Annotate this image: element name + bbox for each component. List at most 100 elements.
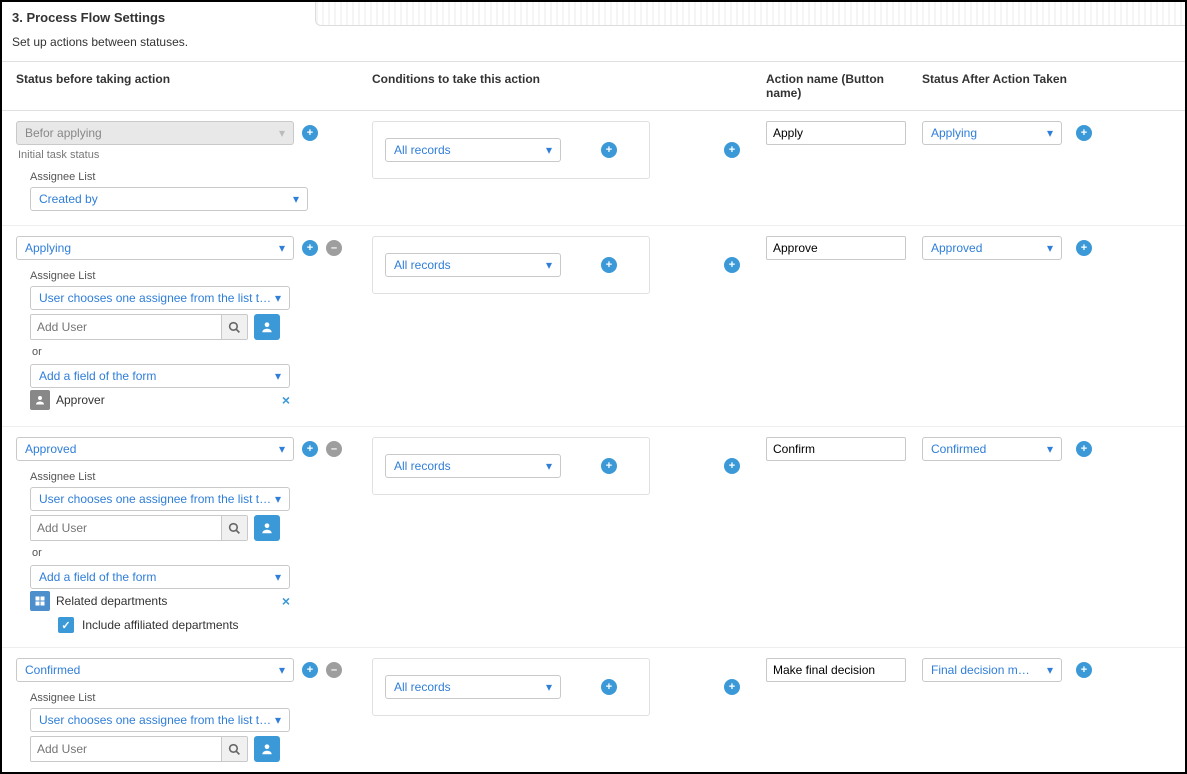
user-icon <box>30 390 50 410</box>
after-status-dropdown[interactable]: Applying ▾ <box>922 121 1062 145</box>
add-user-input[interactable] <box>31 516 221 540</box>
assignee-dropdown[interactable]: User chooses one assignee from the list … <box>30 487 290 511</box>
add-after-button[interactable]: + <box>1076 240 1092 256</box>
assignee-dropdown[interactable]: Created by ▾ <box>30 187 308 211</box>
assignee-list-label: Assignee List <box>30 270 362 282</box>
after-status-label: Applying <box>931 126 977 140</box>
add-after-button[interactable]: + <box>1076 662 1092 678</box>
assignee-chip: Related departments × <box>30 589 290 613</box>
after-status-dropdown[interactable]: Confirmed ▾ <box>922 437 1062 461</box>
org-picker-button[interactable] <box>254 736 280 762</box>
user-search-wrap <box>30 736 248 762</box>
columns-header: Status before taking action Conditions t… <box>2 62 1185 111</box>
chevron-down-icon: ▾ <box>1047 663 1053 677</box>
status-label: Applying <box>25 241 71 255</box>
action-name-input[interactable] <box>766 236 906 260</box>
chevron-down-icon: ▾ <box>1047 241 1053 255</box>
remove-chip-button[interactable]: × <box>282 392 290 408</box>
add-status-button[interactable]: + <box>302 125 318 141</box>
add-status-button[interactable]: + <box>302 441 318 457</box>
after-status-dropdown[interactable]: Approved ▾ <box>922 236 1062 260</box>
status-dropdown[interactable]: Approved ▾ <box>16 437 294 461</box>
search-button[interactable] <box>221 315 247 339</box>
assignee-list-label: Assignee List <box>30 171 362 183</box>
chevron-down-icon: ▾ <box>279 663 285 677</box>
chevron-down-icon: ▾ <box>275 570 281 584</box>
status-dropdown[interactable]: Confirmed ▾ <box>16 658 294 682</box>
add-user-input[interactable] <box>31 315 221 339</box>
assignee-chip: Approver × <box>30 388 290 412</box>
chevron-down-icon: ▾ <box>275 713 281 727</box>
chevron-down-icon: ▾ <box>546 459 552 473</box>
add-field-dropdown[interactable]: Add a field of the form ▾ <box>30 364 290 388</box>
or-label: or <box>32 346 362 358</box>
section-subtitle: Set up actions between statuses. <box>12 35 1175 49</box>
add-field-dropdown[interactable]: Add a field of the form ▾ <box>30 565 290 589</box>
remove-status-button[interactable]: – <box>326 662 342 678</box>
condition-dropdown[interactable]: All records ▾ <box>385 138 561 162</box>
condition-label: All records <box>394 143 451 157</box>
search-icon <box>228 522 241 535</box>
org-icon <box>260 521 274 535</box>
add-user-input[interactable] <box>31 737 221 761</box>
search-button[interactable] <box>221 737 247 761</box>
chevron-down-icon: ▾ <box>293 192 299 206</box>
add-condition-button[interactable]: + <box>601 142 617 158</box>
status-label: Befor applying <box>25 126 102 140</box>
condition-dropdown[interactable]: All records ▾ <box>385 675 561 699</box>
assignee-dropdown[interactable]: User chooses one assignee from the list … <box>30 286 290 310</box>
chevron-down-icon: ▾ <box>1047 442 1053 456</box>
section-header: 3. Process Flow Settings Set up actions … <box>2 2 1185 62</box>
department-icon <box>30 591 50 611</box>
add-condition-button[interactable]: + <box>601 257 617 273</box>
flow-row: Approved ▾ + – Assignee List User choose… <box>2 427 1185 648</box>
assignee-dropdown-label: User chooses one assignee from the list … <box>39 492 271 506</box>
chevron-down-icon: ▾ <box>279 126 285 140</box>
action-name-input[interactable] <box>766 658 906 682</box>
chevron-down-icon: ▾ <box>279 241 285 255</box>
assignee-dropdown-label: Created by <box>39 192 98 206</box>
add-field-dropdown-label: Add a field of the form <box>39 369 156 383</box>
status-dropdown[interactable]: Applying ▾ <box>16 236 294 260</box>
remove-chip-button[interactable]: × <box>282 593 290 609</box>
add-status-button[interactable]: + <box>302 240 318 256</box>
chevron-down-icon: ▾ <box>546 680 552 694</box>
action-name-input[interactable] <box>766 437 906 461</box>
condition-dropdown[interactable]: All records ▾ <box>385 253 561 277</box>
col-conditions-label: Conditions to take this action <box>372 72 766 100</box>
add-branch-button[interactable]: + <box>724 257 740 273</box>
chip-org-label: Related departments <box>56 594 167 608</box>
chevron-down-icon: ▾ <box>275 369 281 383</box>
add-condition-button[interactable]: + <box>601 458 617 474</box>
condition-dropdown[interactable]: All records ▾ <box>385 454 561 478</box>
remove-status-button[interactable]: – <box>326 441 342 457</box>
condition-box: All records ▾ + <box>372 658 650 716</box>
action-name-input[interactable] <box>766 121 906 145</box>
chip-user-label: Approver <box>56 393 105 407</box>
status-label: Approved <box>25 442 76 456</box>
after-status-label: Final decision m… <box>931 663 1030 677</box>
after-status-dropdown[interactable]: Final decision m… ▾ <box>922 658 1062 682</box>
add-branch-button[interactable]: + <box>724 142 740 158</box>
add-branch-button[interactable]: + <box>724 458 740 474</box>
chevron-down-icon: ▾ <box>275 492 281 506</box>
add-branch-button[interactable]: + <box>724 679 740 695</box>
search-button[interactable] <box>221 516 247 540</box>
condition-box: All records ▾ + <box>372 121 650 179</box>
add-status-button[interactable]: + <box>302 662 318 678</box>
flow-connector-decoration <box>315 2 1185 26</box>
assignee-list-label: Assignee List <box>30 471 362 483</box>
add-after-button[interactable]: + <box>1076 125 1092 141</box>
add-condition-button[interactable]: + <box>601 679 617 695</box>
condition-box: All records ▾ + <box>372 236 650 294</box>
org-icon <box>260 320 274 334</box>
include-affiliated-checkbox[interactable]: ✓ <box>58 617 74 633</box>
assignee-list-label: Assignee List <box>30 692 362 704</box>
org-picker-button[interactable] <box>254 314 280 340</box>
add-after-button[interactable]: + <box>1076 441 1092 457</box>
or-label: or <box>32 547 362 559</box>
org-picker-button[interactable] <box>254 515 280 541</box>
assignee-dropdown[interactable]: User chooses one assignee from the list … <box>30 708 290 732</box>
remove-status-button[interactable]: – <box>326 240 342 256</box>
condition-label: All records <box>394 459 451 473</box>
